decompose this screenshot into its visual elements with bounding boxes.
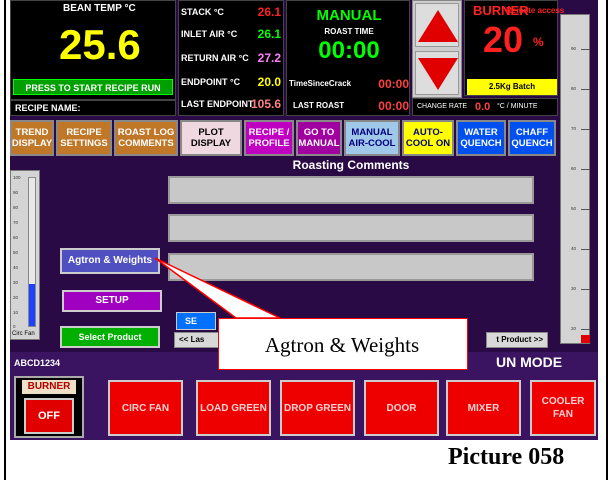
picture-caption: Picture 058: [448, 444, 565, 470]
callout-text: Agtron & Weights: [264, 333, 420, 357]
callout-pointer: [154, 257, 281, 319]
callout-box: Agtron & Weights: [218, 318, 468, 370]
